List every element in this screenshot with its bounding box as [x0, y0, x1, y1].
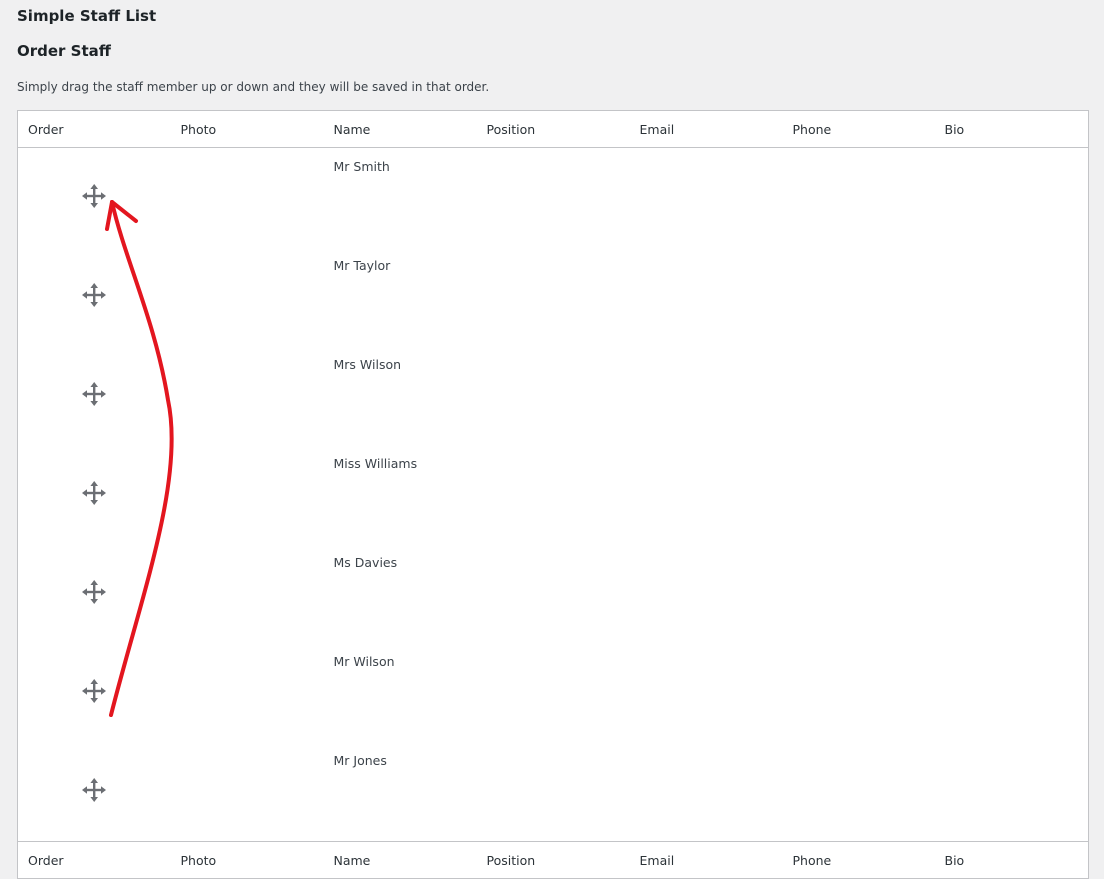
column-header-position: Position [476, 110, 630, 148]
column-header-photo: Photo [170, 110, 324, 148]
order-cell [18, 445, 171, 544]
phone-cell [783, 346, 935, 445]
name-cell: Miss Williams [333, 456, 418, 471]
table-row[interactable]: Mr Jones [18, 742, 1089, 842]
move-icon[interactable] [81, 777, 107, 803]
column-footer-position: Position [476, 841, 630, 879]
name-cell: Mr Wilson [333, 654, 395, 669]
move-icon[interactable] [81, 579, 107, 605]
instructions: Simply drag the staff member up or down … [17, 80, 490, 94]
move-icon[interactable] [81, 282, 107, 308]
email-cell [630, 247, 783, 346]
phone-cell [783, 742, 935, 842]
order-cell [18, 247, 171, 346]
photo-cell [171, 643, 324, 742]
position-cell [477, 346, 630, 445]
column-header-email: Email [629, 110, 783, 148]
position-cell [477, 148, 630, 248]
column-footer-photo: Photo [170, 841, 324, 879]
move-icon[interactable] [81, 381, 107, 407]
position-cell [477, 742, 630, 842]
page-title: Simple Staff List [17, 7, 157, 25]
move-icon[interactable] [81, 183, 107, 209]
table-row[interactable]: Ms Davies [18, 544, 1089, 643]
name-cell: Ms Davies [333, 555, 398, 570]
position-cell [477, 544, 630, 643]
move-icon[interactable] [81, 480, 107, 506]
table-row[interactable]: Mrs Wilson [18, 346, 1089, 445]
photo-cell [171, 148, 324, 248]
name-cell: Mrs Wilson [333, 357, 402, 372]
column-header-order: Order [17, 110, 171, 148]
table-row[interactable]: Mr Wilson [18, 643, 1089, 742]
phone-cell [783, 643, 935, 742]
column-footer-order: Order [17, 841, 171, 879]
column-header-bio: Bio [934, 110, 1089, 148]
phone-cell [783, 445, 935, 544]
order-cell [18, 742, 171, 842]
email-cell [630, 346, 783, 445]
email-cell [630, 148, 783, 248]
table-row[interactable]: Mr Smith [18, 148, 1089, 248]
table-row[interactable]: Miss Williams [18, 445, 1089, 544]
email-cell [630, 544, 783, 643]
order-cell [18, 643, 171, 742]
order-cell [18, 544, 171, 643]
photo-cell [171, 346, 324, 445]
order-cell [18, 346, 171, 445]
email-cell [630, 445, 783, 544]
order-cell [18, 148, 171, 248]
name-cell: Mr Smith [333, 159, 390, 174]
column-footer-phone: Phone [782, 841, 935, 879]
move-icon[interactable] [81, 678, 107, 704]
column-footer-email: Email [629, 841, 783, 879]
phone-cell [783, 544, 935, 643]
section-title: Order Staff [17, 42, 111, 60]
position-cell [477, 247, 630, 346]
column-header-phone: Phone [782, 110, 935, 148]
bio-cell [935, 346, 1089, 445]
photo-cell [171, 445, 324, 544]
column-header-name: Name [323, 110, 477, 148]
name-cell: Mr Taylor [333, 258, 391, 273]
email-cell [630, 643, 783, 742]
column-footer-bio: Bio [934, 841, 1089, 879]
photo-cell [171, 742, 324, 842]
phone-cell [783, 247, 935, 346]
email-cell [630, 742, 783, 842]
staff-order-table: Order Photo Name Position Email Phone Bi… [17, 110, 1089, 879]
table-row[interactable]: Mr Taylor [18, 247, 1089, 346]
bio-cell [935, 643, 1089, 742]
table-header: Order Photo Name Position Email Phone Bi… [17, 110, 1089, 148]
photo-cell [171, 247, 324, 346]
position-cell [477, 643, 630, 742]
column-footer-name: Name [323, 841, 477, 879]
bio-cell [935, 148, 1089, 248]
position-cell [477, 445, 630, 544]
phone-cell [783, 148, 935, 248]
bio-cell [935, 742, 1089, 842]
bio-cell [935, 247, 1089, 346]
table-footer: Order Photo Name Position Email Phone Bi… [17, 841, 1089, 879]
bio-cell [935, 544, 1089, 643]
photo-cell [171, 544, 324, 643]
name-cell: Mr Jones [333, 753, 387, 768]
bio-cell [935, 445, 1089, 544]
